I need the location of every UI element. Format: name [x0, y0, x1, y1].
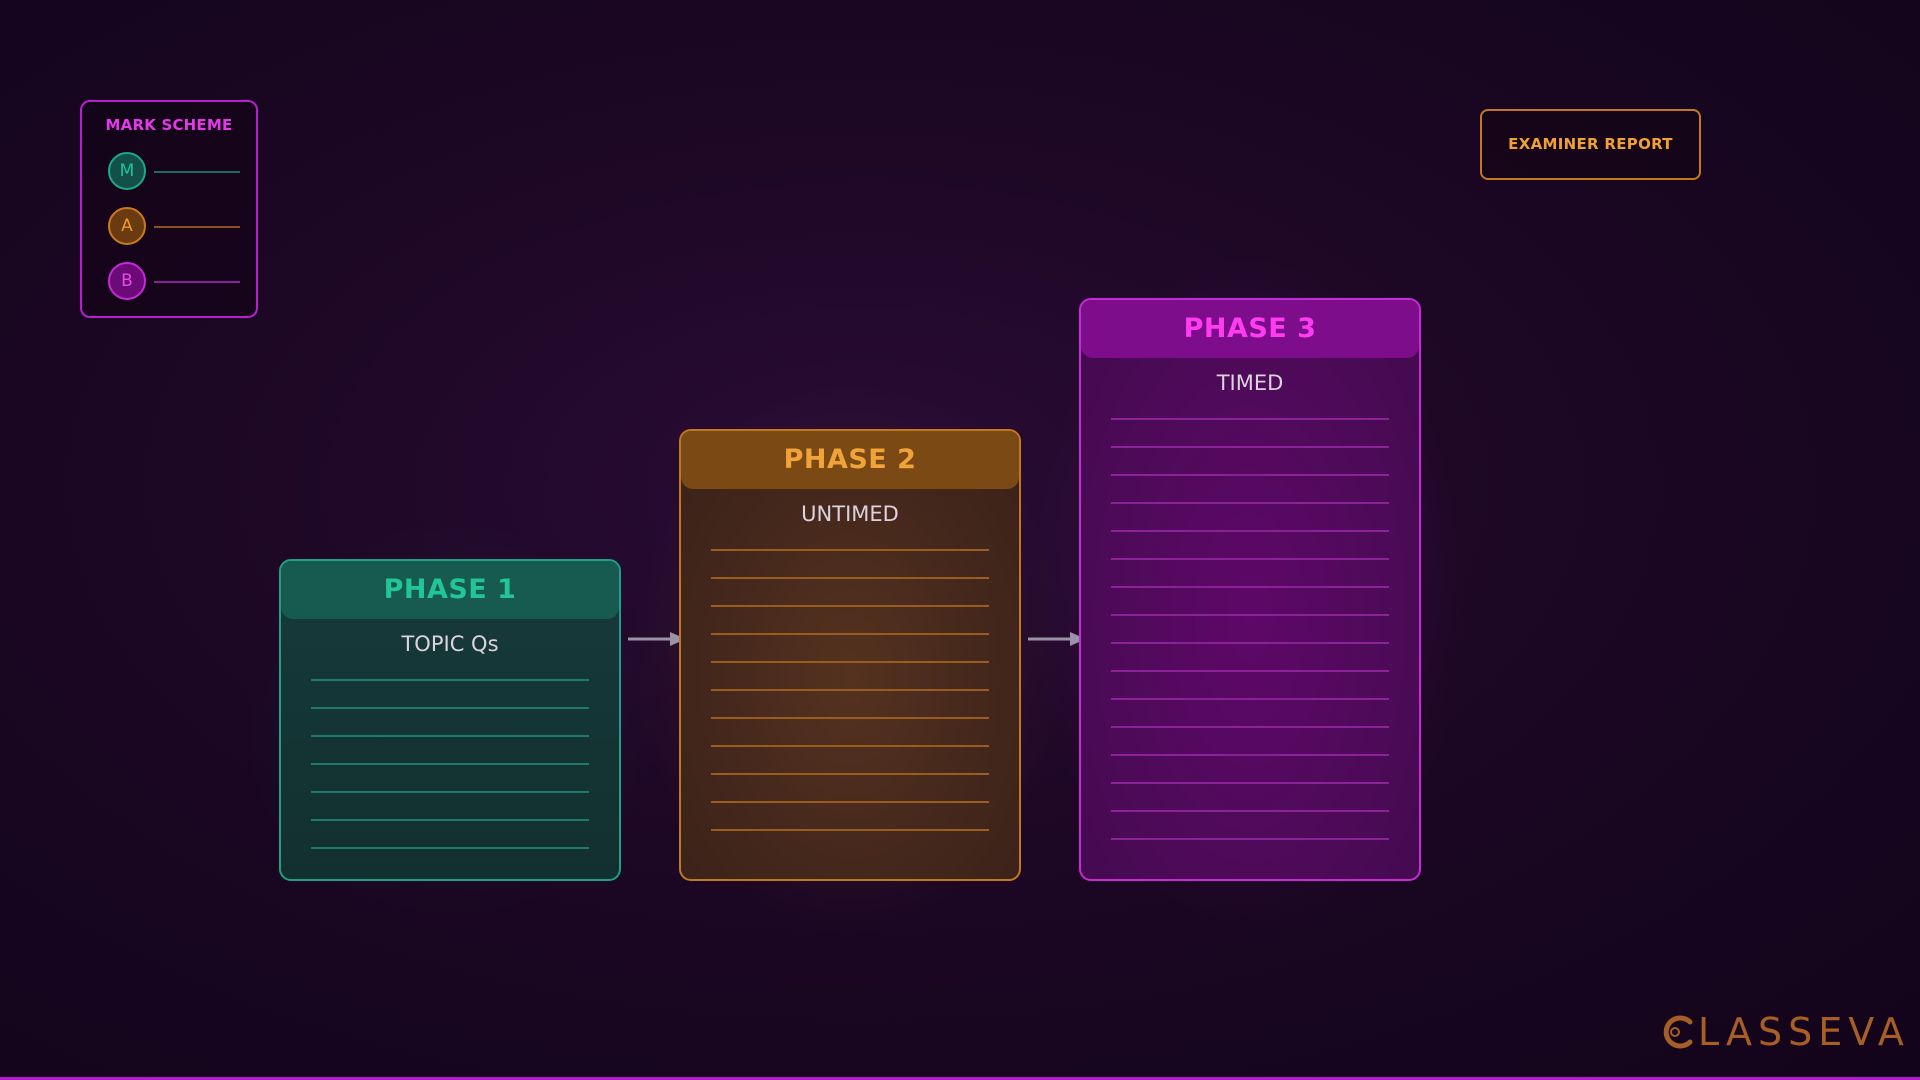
ruled-line: [1111, 782, 1389, 784]
ruled-line: [711, 577, 989, 579]
legend-badge-b: B: [108, 262, 146, 300]
ruled-line: [1111, 642, 1389, 644]
legend-line-m: [154, 171, 240, 173]
ruled-line: [1111, 698, 1389, 700]
phase-2-subtitle: UNTIMED: [801, 502, 899, 526]
ruled-line: [1111, 586, 1389, 588]
ruled-line: [1111, 754, 1389, 756]
mark-scheme-legend: MARK SCHEME M A B: [80, 100, 258, 318]
phase-3-title: PHASE 3: [1081, 300, 1419, 358]
phase-1-card: PHASE 1 TOPIC Qs: [279, 559, 621, 881]
ruled-line: [711, 633, 989, 635]
examiner-report-button[interactable]: EXAMINER REPORT: [1480, 109, 1701, 180]
ruled-line: [311, 819, 589, 821]
ruled-line: [1111, 558, 1389, 560]
phase-2-lines: [711, 549, 989, 857]
ruled-line: [1111, 838, 1389, 840]
phase-1-lines: [311, 679, 589, 875]
ruled-line: [711, 745, 989, 747]
ruled-line: [311, 735, 589, 737]
ruled-line: [311, 679, 589, 681]
legend-title: MARK SCHEME: [105, 116, 233, 134]
ruled-line: [1111, 614, 1389, 616]
legend-item-m: M: [108, 152, 240, 190]
ruled-line: [711, 773, 989, 775]
ruled-line: [311, 791, 589, 793]
phase-3-card: PHASE 3 TIMED: [1079, 298, 1421, 881]
ruled-line: [711, 605, 989, 607]
ruled-line: [711, 661, 989, 663]
legend-line-b: [154, 281, 240, 283]
phase-2-title: PHASE 2: [681, 431, 1019, 489]
phase-2-card: PHASE 2 UNTIMED: [679, 429, 1021, 881]
ruled-line: [711, 717, 989, 719]
ruled-line: [1111, 418, 1389, 420]
phase-1-subtitle: TOPIC Qs: [401, 632, 499, 656]
phase-3-lines: [1111, 418, 1389, 866]
ruled-line: [1111, 446, 1389, 448]
ruled-line: [1111, 474, 1389, 476]
ruled-line: [311, 763, 589, 765]
legend-item-a: A: [108, 207, 240, 245]
ruled-line: [1111, 726, 1389, 728]
ruled-line: [1111, 502, 1389, 504]
legend-badge-a: A: [108, 207, 146, 245]
ruled-line: [711, 689, 989, 691]
phase-1-title: PHASE 1: [281, 561, 619, 619]
ruled-line: [1111, 670, 1389, 672]
phase-3-subtitle: TIMED: [1216, 371, 1284, 395]
classeva-logo: LASSEVA: [1660, 1008, 1904, 1056]
ruled-line: [711, 801, 989, 803]
ruled-line: [1111, 530, 1389, 532]
legend-badge-m: M: [108, 152, 146, 190]
ruled-line: [711, 549, 989, 551]
logo-text: LASSEVA: [1698, 1010, 1910, 1054]
ruled-line: [1111, 810, 1389, 812]
ruled-line: [711, 829, 989, 831]
legend-line-a: [154, 226, 240, 228]
ruled-line: [311, 707, 589, 709]
ruled-line: [311, 847, 589, 849]
legend-item-b: B: [108, 262, 240, 300]
logo-c-icon: [1663, 1015, 1693, 1049]
